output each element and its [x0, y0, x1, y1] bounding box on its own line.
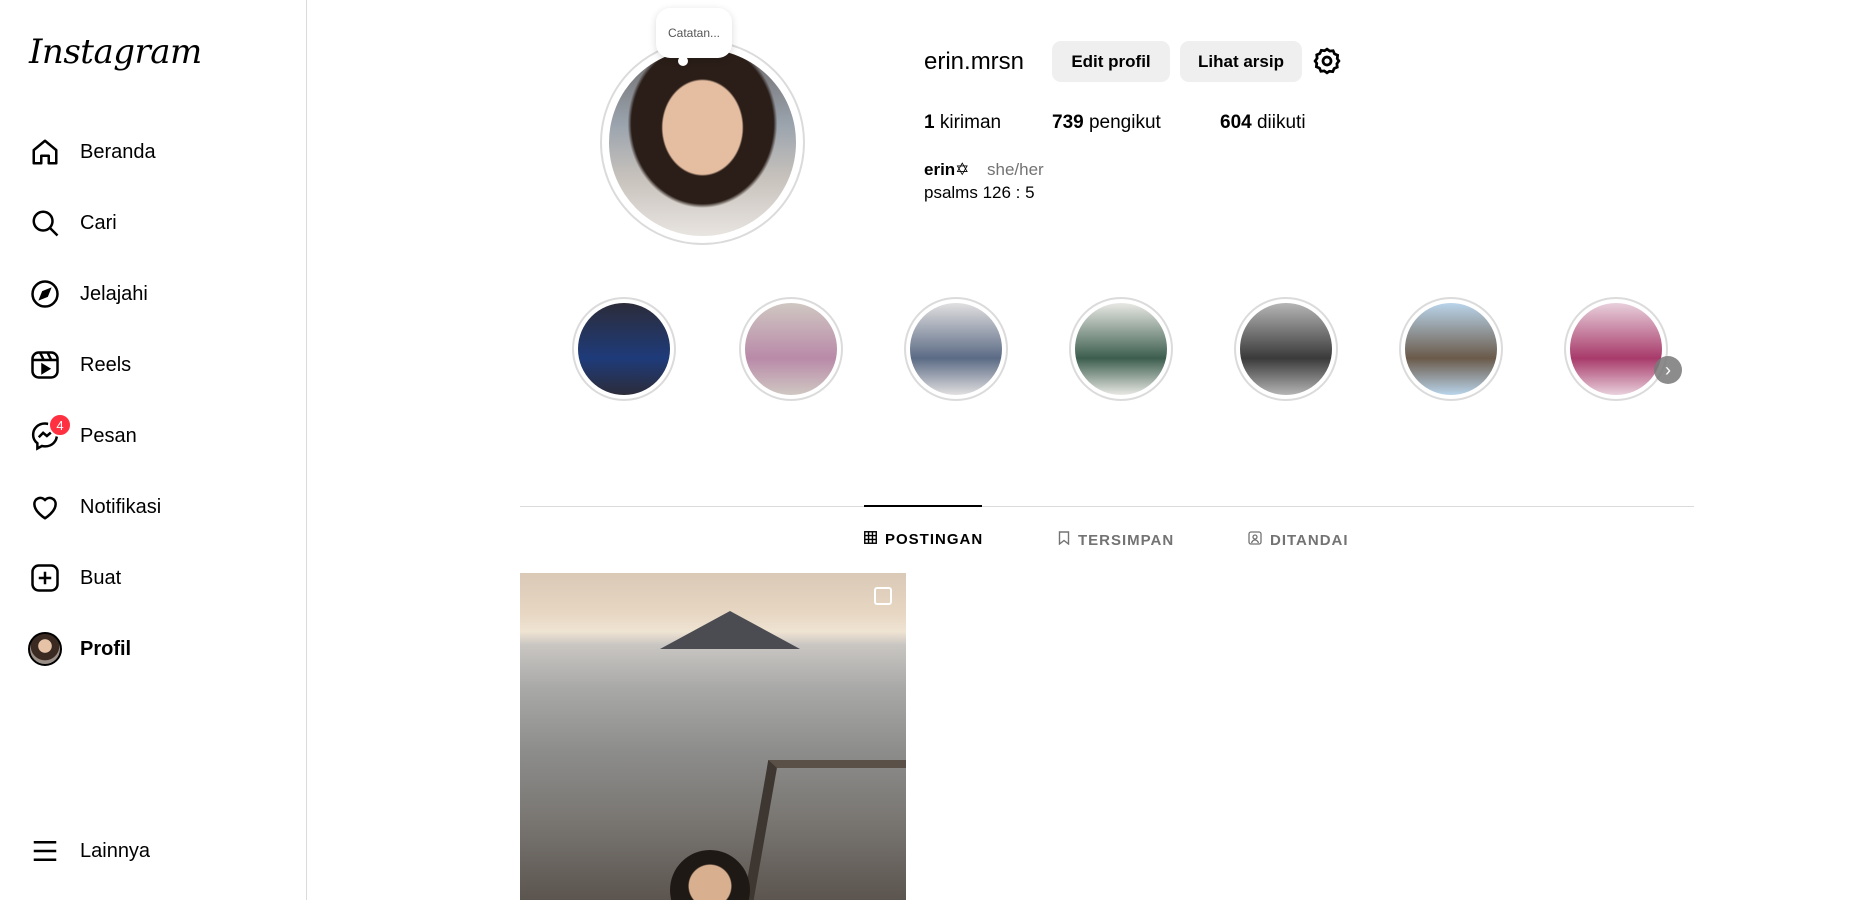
tab-label: DITANDAI: [1270, 531, 1349, 549]
sidebar-item-pesan[interactable]: 4 Pesan: [14, 408, 293, 464]
sidebar-item-reels[interactable]: Reels: [14, 337, 293, 393]
sidebar-item-buat[interactable]: Buat: [14, 550, 293, 606]
sidebar-item-label: Cari: [80, 211, 117, 234]
followers-count[interactable]: 739 pengikut: [1052, 112, 1161, 134]
avatar: [28, 632, 62, 666]
sidebar-item-label: Pesan: [80, 424, 137, 447]
instagram-logo[interactable]: Instagram: [29, 32, 202, 72]
gear-icon[interactable]: [1312, 46, 1342, 76]
plus-square-icon: [28, 561, 62, 595]
sidebar-item-label: Profil: [80, 637, 132, 660]
tabs-divider: [520, 506, 1694, 507]
messenger-icon: 4: [28, 413, 72, 453]
sidebar-item-notifikasi[interactable]: Notifikasi: [14, 479, 293, 535]
sidebar-item-cari[interactable]: Cari: [14, 195, 293, 251]
profile-avatar[interactable]: [600, 40, 805, 245]
search-icon: [28, 206, 62, 240]
story-highlight[interactable]: [1234, 297, 1338, 401]
highlight-cover: [1405, 303, 1497, 395]
sidebar-item-label: Buat: [80, 566, 122, 589]
following-count[interactable]: 604 diikuti: [1220, 112, 1306, 134]
chevron-right-icon[interactable]: ›: [1654, 356, 1682, 384]
post-image-fence: [743, 760, 906, 900]
post-thumbnail[interactable]: [520, 573, 906, 900]
sidebar-item-jelajahi[interactable]: Jelajahi: [14, 266, 293, 322]
highlight-cover: [578, 303, 670, 395]
bio-text: psalms 126 : 5: [924, 183, 1035, 202]
sidebar-item-lainnya[interactable]: Lainnya: [14, 823, 293, 879]
tab-label: POSTINGAN: [885, 531, 984, 548]
tab-ditandai[interactable]: DITANDAI: [1248, 531, 1349, 549]
story-highlight[interactable]: [904, 297, 1008, 401]
message-count-badge: 4: [48, 413, 72, 437]
grid-icon: [864, 531, 877, 548]
bookmark-icon: [1058, 531, 1070, 549]
post-image-person: [670, 850, 750, 900]
tab-label: TERSIMPAN: [1078, 531, 1175, 549]
sidebar-item-label: Reels: [80, 353, 132, 376]
sidebar-item-profil[interactable]: Profil: [14, 621, 293, 677]
sidebar-item-label: Lainnya: [80, 839, 151, 862]
story-highlight[interactable]: [1564, 297, 1668, 401]
highlight-cover: [910, 303, 1002, 395]
view-archive-button[interactable]: Lihat arsip: [1180, 41, 1302, 82]
highlight-cover: [1075, 303, 1167, 395]
sidebar-item-label: Notifikasi: [80, 495, 162, 518]
compass-icon: [28, 277, 62, 311]
heart-icon: [28, 490, 62, 524]
story-highlight[interactable]: [572, 297, 676, 401]
posts-count: 1 kiriman: [924, 112, 1002, 133]
story-highlight[interactable]: [739, 297, 843, 401]
bio-name: erin✡: [924, 160, 970, 179]
tagged-icon: [1248, 531, 1262, 549]
carousel-icon: [874, 587, 892, 605]
highlight-cover: [745, 303, 837, 395]
sidebar-item-label: Beranda: [80, 140, 156, 163]
bio-pronouns: she/her: [987, 160, 1044, 179]
profile-username: erin.mrsn: [924, 48, 1025, 75]
sidebar-item-label: Jelajahi: [80, 282, 148, 305]
post-image-mountain: [660, 611, 800, 649]
highlight-cover: [1240, 303, 1332, 395]
reels-icon: [28, 348, 62, 382]
edit-profile-button[interactable]: Edit profil: [1052, 41, 1170, 82]
tab-tersimpan[interactable]: TERSIMPAN: [1058, 531, 1174, 549]
hamburger-icon: [28, 834, 62, 868]
sidebar-item-beranda[interactable]: Beranda: [14, 124, 293, 180]
profile-photo: [609, 49, 796, 236]
tab-postingan[interactable]: POSTINGAN: [864, 531, 983, 548]
home-icon: [28, 135, 62, 169]
story-highlight[interactable]: [1399, 297, 1503, 401]
story-highlight[interactable]: [1069, 297, 1173, 401]
highlight-cover: [1570, 303, 1662, 395]
sidebar: Instagram Beranda Cari Jelajahi Reels 4 …: [0, 0, 307, 900]
note-bubble[interactable]: Catatan...: [656, 8, 732, 66]
active-tab-indicator: [864, 505, 982, 507]
